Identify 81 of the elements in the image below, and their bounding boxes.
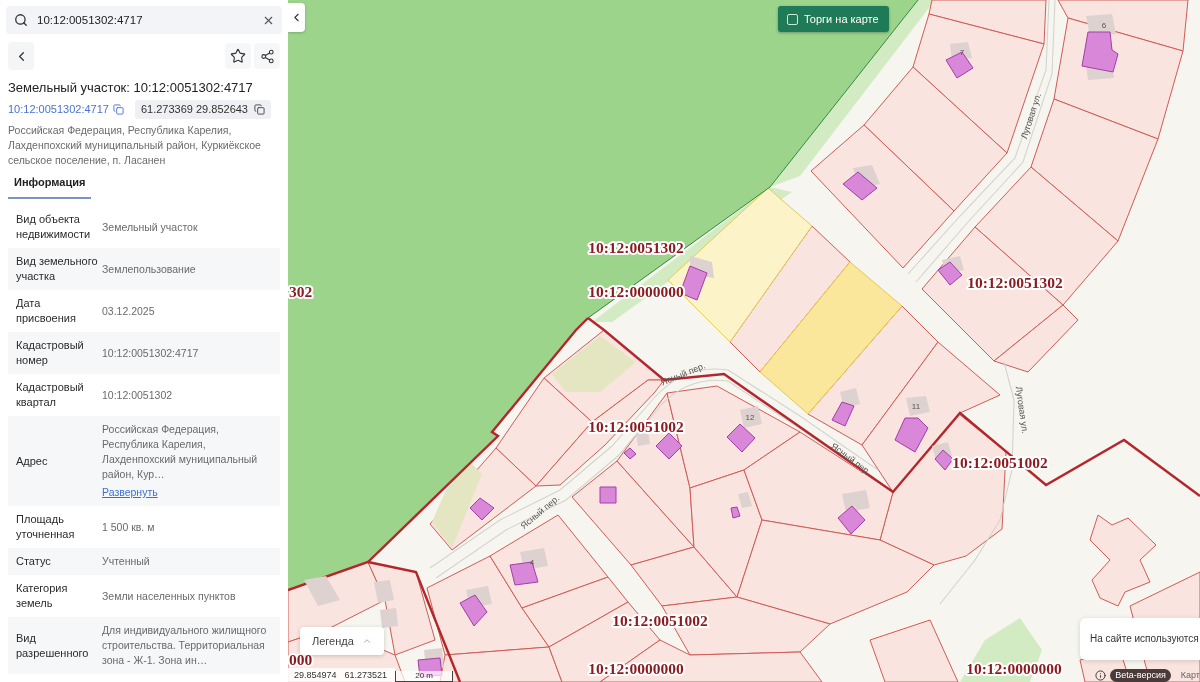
outbuilding [842, 490, 870, 512]
house-number: 6 [1101, 20, 1107, 30]
scale-label: 20 m [415, 671, 433, 681]
outbuilding [304, 576, 340, 606]
building [469, 497, 495, 521]
outbuilding [636, 432, 650, 446]
house-number: 12 [745, 412, 755, 422]
share-icon [259, 48, 275, 64]
building [937, 261, 963, 286]
property-label: Статус [16, 554, 52, 569]
outbuilding [740, 406, 762, 428]
property-label: Площадь уточненная [16, 512, 76, 542]
auction-toggle[interactable]: Торги на карте [778, 6, 889, 32]
property-label: Адрес [16, 453, 49, 469]
property-label: Вид земельного участка [16, 254, 99, 284]
property-label: Кадастровый квартал [16, 380, 85, 410]
checkbox[interactable] [787, 13, 798, 25]
copy-icon [113, 104, 125, 115]
info-icon [1094, 669, 1106, 681]
property-value: Землепользование [102, 261, 197, 277]
outbuilding [738, 492, 752, 508]
coordinate-value: 61.273521 [344, 669, 388, 681]
house-number: 4 [529, 557, 535, 567]
coordinates-copy-button[interactable]: 61.273369 29.852643 [134, 100, 271, 119]
outbuilding [374, 580, 394, 603]
copy-button[interactable] [112, 103, 125, 116]
property-value: Для индивидуального жилищного строительства. Территориальная зона - Ж-1. Зона ин… [102, 623, 268, 668]
coordinate-value: 29.854974 [294, 669, 337, 681]
building [837, 505, 866, 535]
property-value: Учтенный [102, 554, 151, 569]
copy-icon [254, 104, 265, 115]
legend-button[interactable]: Легенда [300, 627, 384, 655]
building [1081, 31, 1119, 73]
property-label: Кадастровый номер [16, 338, 85, 368]
street-label: Луговая ул. [1013, 385, 1031, 435]
property-value: 03.12.2025 [102, 303, 156, 319]
favorite-button[interactable] [225, 43, 251, 69]
property-label: Дата присвоения [16, 296, 77, 326]
attribution-text: Карт [1179, 669, 1200, 681]
object-title: Земельный участок: 10:12:0051302:4717 [8, 80, 254, 96]
building [934, 449, 954, 471]
house-number: 7 [959, 47, 965, 57]
property-label: Вид объекта недвижимости [16, 212, 92, 242]
building [894, 417, 929, 453]
property-value: Российская Федерация, Республика Карелия, Лахденпохский муниципальный район, Кур… [102, 422, 259, 482]
cadastral-number-link[interactable]: 10:12:0051302:4717 [8, 102, 109, 117]
collapse-panel-button[interactable] [288, 3, 305, 32]
property-value: Земельный участок [102, 219, 199, 235]
cadastral-quarter-label: 302 [289, 282, 313, 300]
info-tab[interactable]: Информация [8, 174, 92, 199]
building [509, 561, 539, 586]
building [599, 486, 617, 504]
property-value: 1 500 кв. м [102, 519, 156, 535]
building [726, 423, 756, 453]
property-value: 10:12:0051302:4717 [102, 345, 200, 361]
cadastral-quarter-label: 10:12:0051002 [612, 611, 708, 629]
cadastral-quarter-label: 10:12:0000000 [588, 659, 684, 677]
search-field[interactable]: 10:12:0051302:4717 [6, 6, 282, 34]
building [842, 171, 878, 201]
building [730, 506, 741, 519]
building [945, 51, 974, 79]
info-button[interactable] [1094, 669, 1107, 681]
outbuilding [380, 608, 398, 628]
property-value: Земли населенных пунктов [102, 588, 237, 604]
address-text: Российская Федерация, Республика Карелия, Лахденпохский муниципальный район, Куркиёкское сельское поселение, п. Ласанен [8, 123, 262, 168]
expand-link[interactable]: Развернуть [102, 485, 158, 500]
search-icon [14, 13, 28, 27]
cadastral-quarter-label: 10:12:0000000 [966, 659, 1062, 677]
chevron-up-icon [361, 636, 372, 646]
house-number: 11 [911, 401, 921, 411]
cookie-notice-text: На сайте используются [1090, 633, 1199, 645]
property-value: 10:12:0051302 [102, 387, 174, 403]
building [459, 594, 488, 627]
share-button[interactable] [254, 43, 280, 69]
star-icon [230, 48, 246, 64]
property-label: Категория земель [16, 581, 69, 611]
building [831, 401, 855, 427]
cadastral-quarter-label: 10:12:0051302 [588, 238, 684, 256]
cadastral-quarter-label: 10:12:0051302 [967, 273, 1063, 291]
property-label: Вид разрешенного [16, 630, 90, 661]
back-button[interactable] [8, 42, 34, 70]
